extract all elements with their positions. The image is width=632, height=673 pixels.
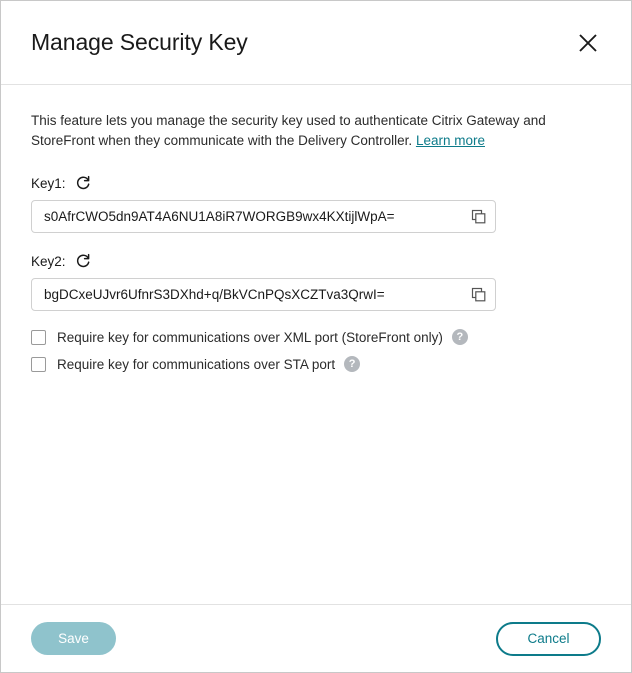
key1-copy-button[interactable] [461,201,495,232]
close-button[interactable] [571,26,605,60]
key1-value: s0AfrCWO5dn9AT4A6NU1A8iR7WORGB9wx4KXtijl… [44,209,395,224]
option-sta-port-row: Require key for communications over STA … [31,356,601,372]
key2-label: Key2: [31,253,66,269]
key1-label-row: Key1: [31,173,601,193]
option-sta-port-label: Require key for communications over STA … [57,356,336,372]
help-icon[interactable]: ? [451,329,468,345]
page-title: Manage Security Key [31,29,248,55]
dialog-body: This feature lets you manage the securit… [1,85,631,604]
key2-refresh-button[interactable] [73,251,93,271]
learn-more-link[interactable]: Learn more [416,133,485,148]
refresh-icon [75,253,91,269]
checkbox-xml-port[interactable] [31,329,46,345]
key1-label: Key1: [31,175,66,191]
copy-icon [470,208,487,225]
key1-field[interactable]: s0AfrCWO5dn9AT4A6NU1A8iR7WORGB9wx4KXtijl… [31,200,496,233]
save-button[interactable]: Save [31,622,116,655]
dialog-footer: Save Cancel [1,604,631,672]
dialog-header: Manage Security Key [1,1,631,85]
key2-copy-button[interactable] [461,279,495,310]
copy-icon [470,286,487,303]
help-icon[interactable]: ? [344,356,361,372]
option-xml-port-label: Require key for communications over XML … [57,329,443,345]
key2-label-row: Key2: [31,251,601,271]
key2-value: bgDCxeUJvr6UfnrS3DXhd+q/BkVCnPQsXCZTva3Q… [44,287,385,302]
close-icon [577,32,599,54]
refresh-icon [75,175,91,191]
option-xml-port-row: Require key for communications over XML … [31,329,601,345]
key1-refresh-button[interactable] [73,173,93,193]
checkbox-sta-port[interactable] [31,356,46,372]
description-text: This feature lets you manage the securit… [31,111,601,151]
manage-security-key-dialog: Manage Security Key This feature lets yo… [0,0,632,673]
key2-field[interactable]: bgDCxeUJvr6UfnrS3DXhd+q/BkVCnPQsXCZTva3Q… [31,278,496,311]
cancel-button[interactable]: Cancel [496,621,601,656]
